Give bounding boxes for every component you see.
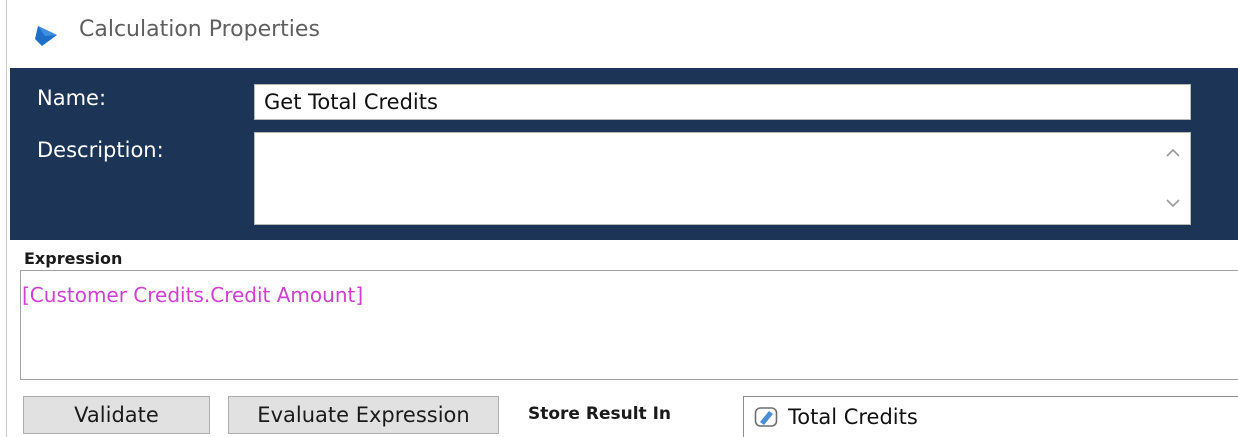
store-result-label: Store Result In [528,404,672,424]
properties-header-panel: Name: Description: [10,68,1238,240]
title-bar: Calculation Properties [7,0,1238,68]
expression-editor[interactable]: [Customer Credits.Credit Amount] [20,270,1238,380]
description-field[interactable] [254,132,1191,225]
variable-icon [754,407,778,427]
description-textarea[interactable] [255,133,1157,224]
window-title: Calculation Properties [79,17,320,42]
name-input[interactable] [254,84,1191,120]
description-label: Description: [37,138,164,162]
store-result-value: Total Credits [788,405,918,429]
validate-button[interactable]: Validate [23,396,210,434]
description-scrollbar[interactable] [1156,133,1190,224]
scroll-up-icon[interactable] [1165,147,1181,159]
app-logo-icon [35,26,57,46]
scroll-down-icon[interactable] [1165,197,1181,209]
expression-text[interactable]: [Customer Credits.Credit Amount] [22,283,363,307]
name-label: Name: [37,86,107,110]
calculation-properties-window: Calculation Properties Name: Description… [0,0,1238,437]
expression-label: Expression [24,249,123,268]
store-result-field[interactable]: Total Credits [743,396,1238,437]
evaluate-expression-button[interactable]: Evaluate Expression [228,396,499,434]
